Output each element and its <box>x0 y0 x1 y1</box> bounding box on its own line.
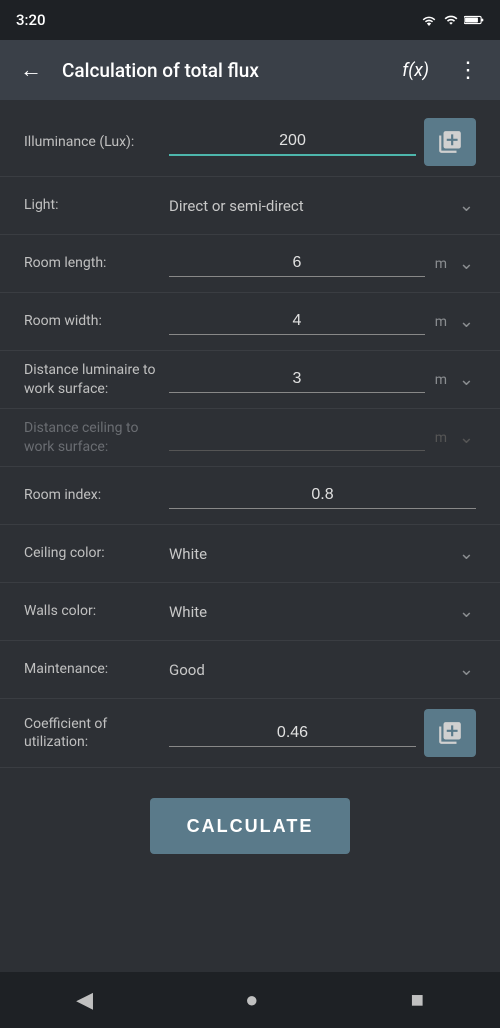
room-length-row: Room length: m ⌄ <box>0 235 500 293</box>
coefficient-row: Coefficient of utilization: <box>0 699 500 768</box>
room-width-dropdown-arrow[interactable]: ⌄ <box>457 311 476 332</box>
room-width-input-wrapper <box>169 308 425 335</box>
room-length-dropdown-arrow[interactable]: ⌄ <box>457 253 476 274</box>
room-index-input[interactable] <box>169 482 476 509</box>
ceiling-color-value: White <box>169 545 449 563</box>
maintenance-dropdown-arrow[interactable]: ⌄ <box>457 659 476 680</box>
coefficient-input-area <box>169 709 476 757</box>
distance-ceiling-unit: m <box>433 430 449 446</box>
distance-luminaire-input[interactable] <box>169 366 425 393</box>
illuminance-input-wrapper <box>169 128 416 156</box>
distance-luminaire-label: Distance luminaire to work surface: <box>24 361 169 397</box>
distance-luminaire-unit: m <box>433 372 449 388</box>
status-time: 3:20 <box>16 11 46 29</box>
illuminance-input-area <box>169 118 476 166</box>
illuminance-label: Illuminance (Lux): <box>24 133 169 151</box>
light-value: Direct or semi-direct <box>169 197 449 215</box>
lookup-icon <box>437 129 463 155</box>
status-icons <box>420 13 484 27</box>
distance-luminaire-input-wrapper <box>169 366 425 393</box>
function-icon-button[interactable]: f(x) <box>394 52 437 89</box>
walls-color-label: Walls color: <box>24 602 169 620</box>
room-length-input-area: m ⌄ <box>169 250 476 277</box>
signal-icon <box>444 13 458 27</box>
coefficient-lookup-icon <box>437 720 463 746</box>
nav-recents-button[interactable]: ■ <box>387 975 448 1025</box>
wifi-icon <box>420 13 438 27</box>
nav-home-button[interactable]: ● <box>221 975 282 1025</box>
walls-color-row[interactable]: Walls color: White ⌄ <box>0 583 500 641</box>
battery-icon <box>464 13 484 27</box>
app-bar-title: Calculation of total flux <box>62 59 382 82</box>
distance-luminaire-row: Distance luminaire to work surface: m ⌄ <box>0 351 500 409</box>
room-length-label: Room length: <box>24 254 169 272</box>
room-index-input-wrapper <box>169 482 476 509</box>
status-bar: 3:20 <box>0 0 500 40</box>
ceiling-color-label: Ceiling color: <box>24 544 169 562</box>
light-row[interactable]: Light: Direct or semi-direct ⌄ <box>0 177 500 235</box>
coefficient-label: Coefficient of utilization: <box>24 715 169 751</box>
room-width-input-area: m ⌄ <box>169 308 476 335</box>
form-content: Illuminance (Lux): Light: Direct or semi… <box>0 100 500 882</box>
room-length-unit: m <box>433 256 449 272</box>
room-width-label: Room width: <box>24 312 169 330</box>
nav-bar: ◀ ● ■ <box>0 972 500 1028</box>
distance-luminaire-dropdown-arrow[interactable]: ⌄ <box>457 369 476 390</box>
distance-ceiling-dropdown-arrow: ⌄ <box>457 427 476 448</box>
distance-luminaire-input-area: m ⌄ <box>169 366 476 393</box>
calculate-button[interactable]: CALCULATE <box>150 798 350 854</box>
room-width-unit: m <box>433 314 449 330</box>
nav-back-button[interactable]: ◀ <box>52 976 117 1025</box>
walls-color-value: White <box>169 603 449 621</box>
walls-color-dropdown-arrow[interactable]: ⌄ <box>457 601 476 622</box>
more-options-button[interactable]: ⋮ <box>449 50 488 91</box>
ceiling-color-dropdown-arrow[interactable]: ⌄ <box>457 543 476 564</box>
room-width-row: Room width: m ⌄ <box>0 293 500 351</box>
room-length-input[interactable] <box>169 250 425 277</box>
app-bar: ← Calculation of total flux f(x) ⋮ <box>0 40 500 100</box>
ceiling-color-row[interactable]: Ceiling color: White ⌄ <box>0 525 500 583</box>
calculate-button-area: CALCULATE <box>0 768 500 882</box>
illuminance-row: Illuminance (Lux): <box>0 108 500 177</box>
maintenance-input-area: Good ⌄ <box>169 659 476 680</box>
maintenance-value: Good <box>169 661 449 679</box>
back-button[interactable]: ← <box>12 49 50 91</box>
illuminance-lookup-button[interactable] <box>424 118 476 166</box>
light-input-area: Direct or semi-direct ⌄ <box>169 195 476 216</box>
distance-ceiling-input-wrapper <box>169 424 425 451</box>
distance-ceiling-input-area: m ⌄ <box>169 424 476 451</box>
light-label: Light: <box>24 196 169 214</box>
light-dropdown-arrow[interactable]: ⌄ <box>457 195 476 216</box>
room-index-row: Room index: <box>0 467 500 525</box>
walls-color-input-area: White ⌄ <box>169 601 476 622</box>
distance-ceiling-label: Distance ceiling to work surface: <box>24 419 169 455</box>
room-index-label: Room index: <box>24 486 169 504</box>
coefficient-lookup-button[interactable] <box>424 709 476 757</box>
maintenance-label: Maintenance: <box>24 660 169 678</box>
distance-ceiling-row: Distance ceiling to work surface: m ⌄ <box>0 409 500 467</box>
coefficient-input-wrapper <box>169 720 416 747</box>
distance-ceiling-input <box>169 424 425 451</box>
ceiling-color-input-area: White ⌄ <box>169 543 476 564</box>
illuminance-input[interactable] <box>169 128 416 156</box>
coefficient-input[interactable] <box>169 720 416 747</box>
room-width-input[interactable] <box>169 308 425 335</box>
room-index-input-area <box>169 482 476 509</box>
room-length-input-wrapper <box>169 250 425 277</box>
maintenance-row[interactable]: Maintenance: Good ⌄ <box>0 641 500 699</box>
